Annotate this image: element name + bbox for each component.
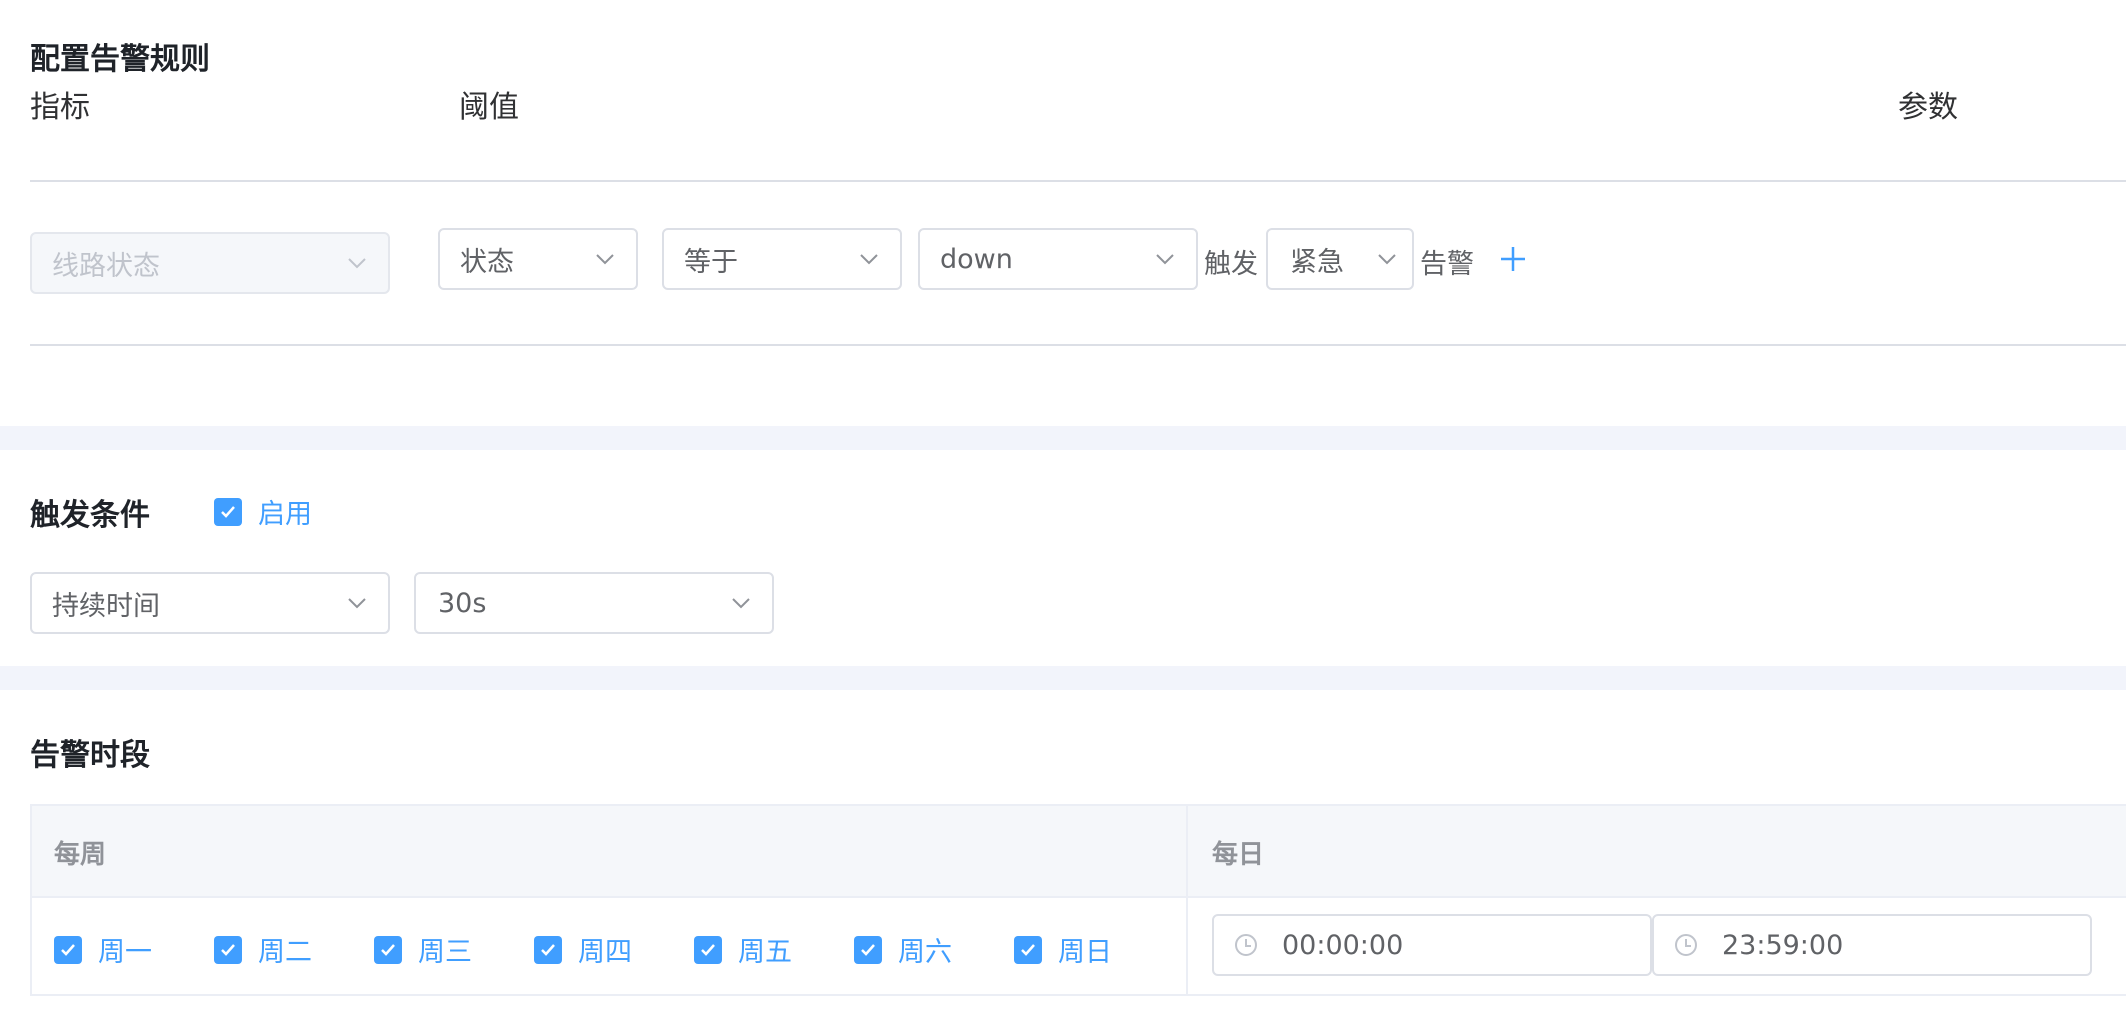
duration-select[interactable]: 30s — [414, 572, 774, 634]
section-title-trigger-condition: 触发条件 — [30, 498, 150, 533]
table-header-row — [32, 806, 2126, 898]
checkbox-checked-icon — [214, 497, 242, 526]
end-time-value: 23:59:00 — [1722, 929, 1844, 961]
day-label: 周四 — [578, 937, 632, 968]
chevron-down-icon — [348, 258, 366, 269]
header-divider — [30, 180, 2126, 182]
chevron-down-icon — [1156, 254, 1174, 265]
condition-type-select[interactable]: 持续时间 — [30, 572, 390, 634]
day-checkbox-mon[interactable]: 周一 — [54, 930, 152, 969]
checkbox-checked-icon — [854, 935, 882, 964]
checkbox-checked-icon — [534, 935, 562, 964]
clock-icon — [1675, 934, 1697, 956]
day-checkbox-wed[interactable]: 周三 — [374, 930, 472, 969]
day-label: 周二 — [258, 937, 312, 968]
section-separator — [0, 426, 2126, 450]
day-label: 周一 — [98, 937, 152, 968]
section-title-alert-period: 告警时段 — [30, 738, 150, 773]
clock-icon — [1235, 934, 1257, 956]
column-header-params: 参数 — [1898, 90, 1958, 125]
day-checkbox-sat[interactable]: 周六 — [854, 930, 952, 969]
chevron-down-icon — [348, 598, 366, 609]
duration-value: 30s — [438, 587, 487, 619]
table-header-daily: 每日 — [1212, 840, 1265, 870]
row-divider — [30, 344, 2126, 346]
field-select[interactable]: 状态 — [438, 228, 638, 290]
chevron-down-icon — [860, 254, 878, 265]
plus-icon[interactable] — [1500, 246, 1526, 272]
table-column-divider — [1186, 806, 1188, 994]
metric-select: 线路状态 — [30, 232, 390, 294]
column-header-threshold: 阈值 — [459, 90, 519, 125]
checkbox-checked-icon — [54, 935, 82, 964]
start-time-input[interactable]: 00:00:00 — [1212, 914, 1652, 976]
day-checkbox-thu[interactable]: 周四 — [534, 930, 632, 969]
chevron-down-icon — [596, 254, 614, 265]
checkbox-checked-icon — [214, 935, 242, 964]
day-label: 周六 — [898, 937, 952, 968]
condition-type-value: 持续时间 — [52, 590, 160, 622]
trigger-text: 触发 — [1204, 249, 1258, 280]
day-label: 周三 — [418, 937, 472, 968]
section-title-alert-rule: 配置告警规则 — [30, 42, 210, 77]
checkbox-checked-icon — [1014, 935, 1042, 964]
operator-select[interactable]: 等于 — [662, 228, 902, 290]
checkbox-checked-icon — [694, 935, 722, 964]
metric-select-value: 线路状态 — [52, 250, 160, 282]
enable-checkbox-label: 启用 — [258, 499, 312, 530]
alert-text: 告警 — [1420, 249, 1474, 280]
column-header-metric: 指标 — [30, 90, 90, 125]
section-separator — [0, 666, 2126, 690]
table-header-divider — [32, 896, 2126, 898]
level-select[interactable]: 紧急 — [1266, 228, 1414, 290]
checkbox-checked-icon — [374, 935, 402, 964]
chevron-down-icon — [1378, 254, 1396, 265]
day-label: 周日 — [1058, 937, 1112, 968]
day-checkbox-tue[interactable]: 周二 — [214, 930, 312, 969]
end-time-input[interactable]: 23:59:00 — [1652, 914, 2092, 976]
day-label: 周五 — [738, 937, 792, 968]
day-checkbox-sun[interactable]: 周日 — [1014, 930, 1112, 969]
value-select[interactable]: down — [918, 228, 1198, 290]
table-header-weekly: 每周 — [54, 840, 107, 870]
chevron-down-icon — [732, 598, 750, 609]
enable-checkbox[interactable]: 启用 — [214, 492, 312, 531]
day-checkbox-fri[interactable]: 周五 — [694, 930, 792, 969]
start-time-value: 00:00:00 — [1282, 929, 1404, 961]
